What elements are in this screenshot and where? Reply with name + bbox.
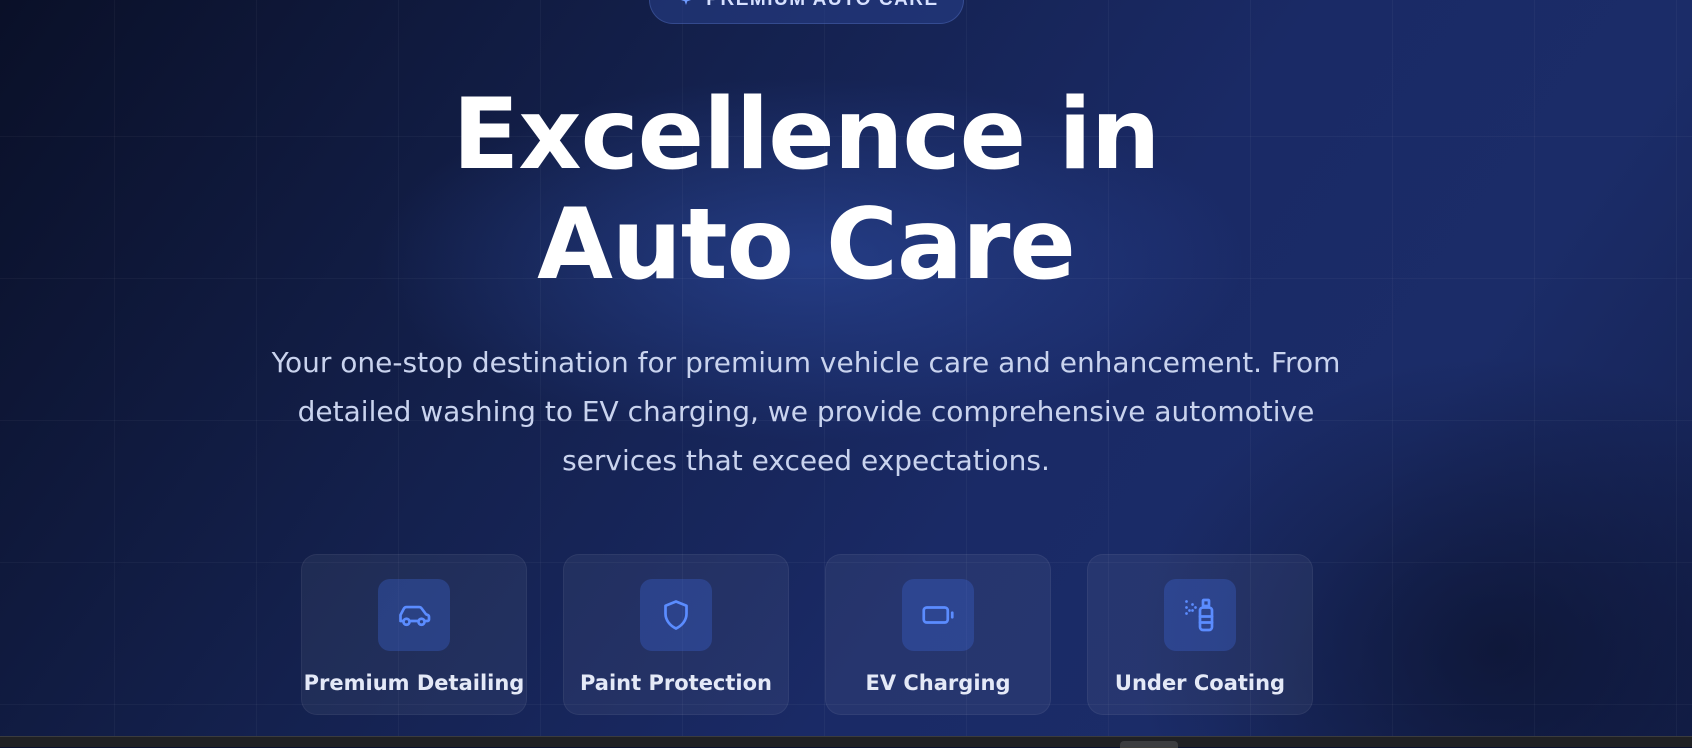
spray-can-icon (1164, 579, 1236, 651)
service-card-under-coating[interactable]: Under Coating (1087, 554, 1313, 715)
car-icon (378, 579, 450, 651)
service-label: Under Coating (1114, 671, 1286, 695)
title-line-1: Excellence in (452, 78, 1160, 192)
page-title: Excellence in Auto Care (0, 80, 1612, 300)
hero-section: PREMIUM AUTO CARE Excellence in Auto Car… (0, 0, 1692, 736)
service-label: Premium Detailing (303, 671, 525, 695)
premium-badge: PREMIUM AUTO CARE (649, 0, 964, 24)
title-line-2: Auto Care (537, 188, 1076, 302)
service-card-paint-protection[interactable]: Paint Protection (563, 554, 789, 715)
service-label: EV Charging (865, 671, 1011, 695)
taskbar-strip (0, 736, 1692, 748)
sparkle-icon (674, 0, 694, 13)
battery-icon (902, 579, 974, 651)
badge-label: PREMIUM AUTO CARE (706, 0, 938, 11)
service-label: Paint Protection (579, 671, 772, 695)
service-card-ev-charging[interactable]: EV Charging (825, 554, 1051, 715)
hero-subtitle: Your one-stop destination for premium ve… (271, 346, 1341, 477)
service-card-premium-detailing[interactable]: Premium Detailing (301, 554, 527, 715)
service-cards: Premium Detailing Paint Protection EV Ch… (301, 554, 1313, 715)
shield-icon (640, 579, 712, 651)
